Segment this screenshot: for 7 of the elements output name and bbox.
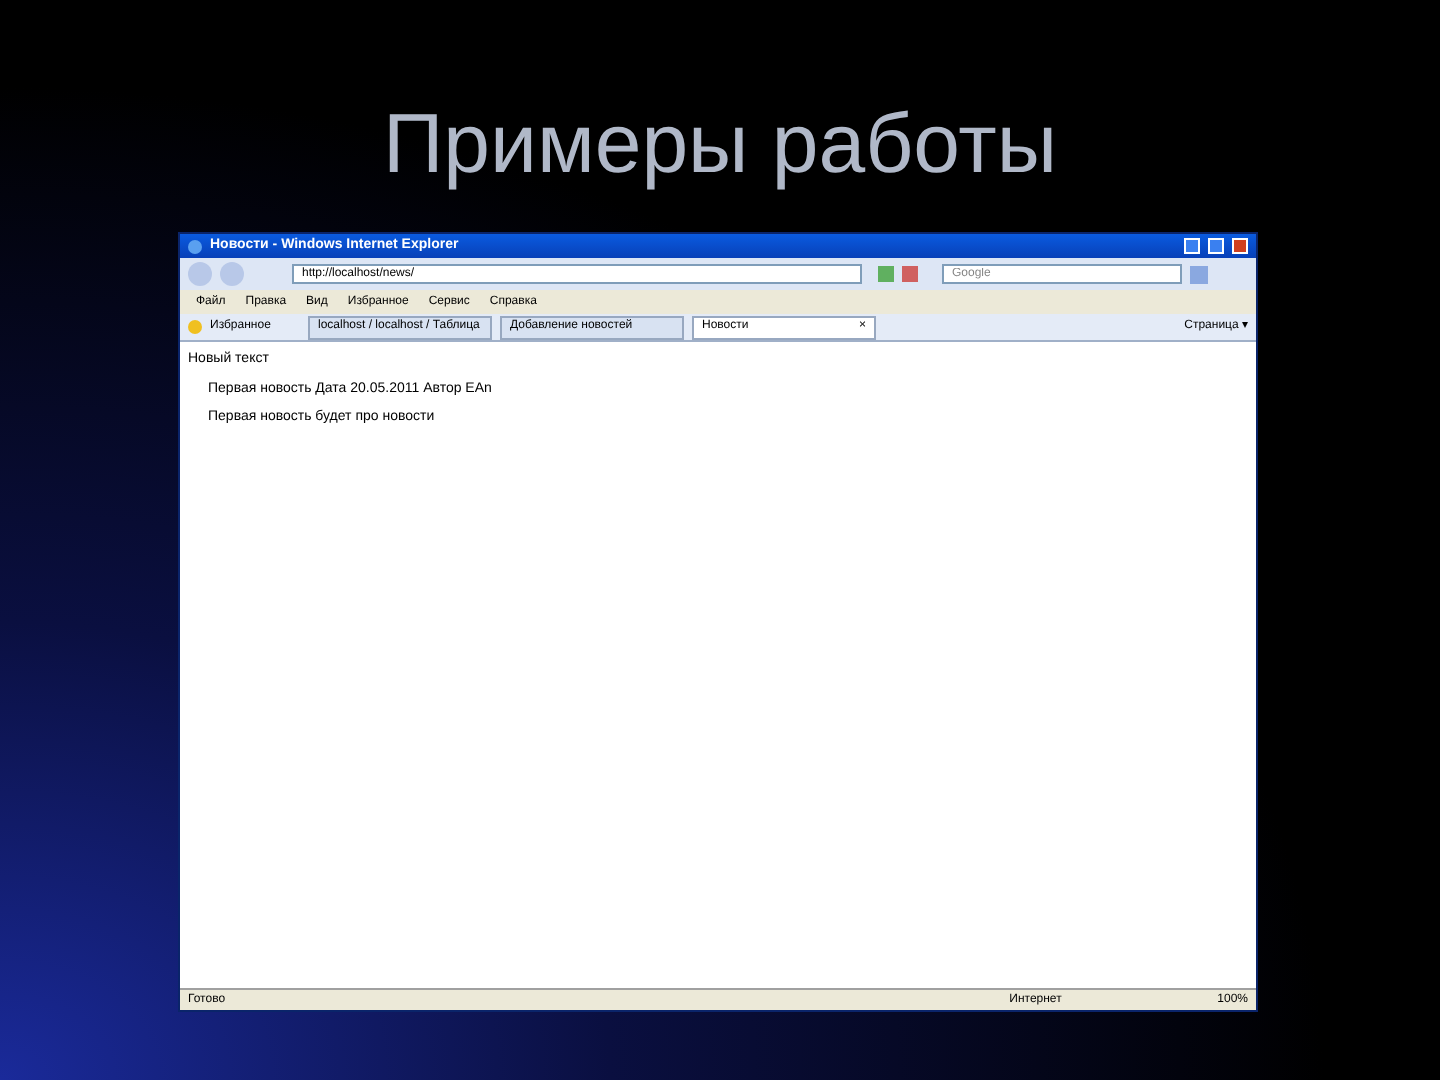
close-button[interactable] bbox=[1232, 238, 1248, 254]
maximize-button[interactable] bbox=[1208, 238, 1224, 254]
forward-button[interactable] bbox=[220, 262, 244, 286]
minimize-button[interactable] bbox=[1184, 238, 1200, 254]
browser-icon bbox=[188, 239, 202, 253]
slide-title: Примеры работы bbox=[382, 94, 1058, 194]
back-button[interactable] bbox=[188, 262, 212, 286]
